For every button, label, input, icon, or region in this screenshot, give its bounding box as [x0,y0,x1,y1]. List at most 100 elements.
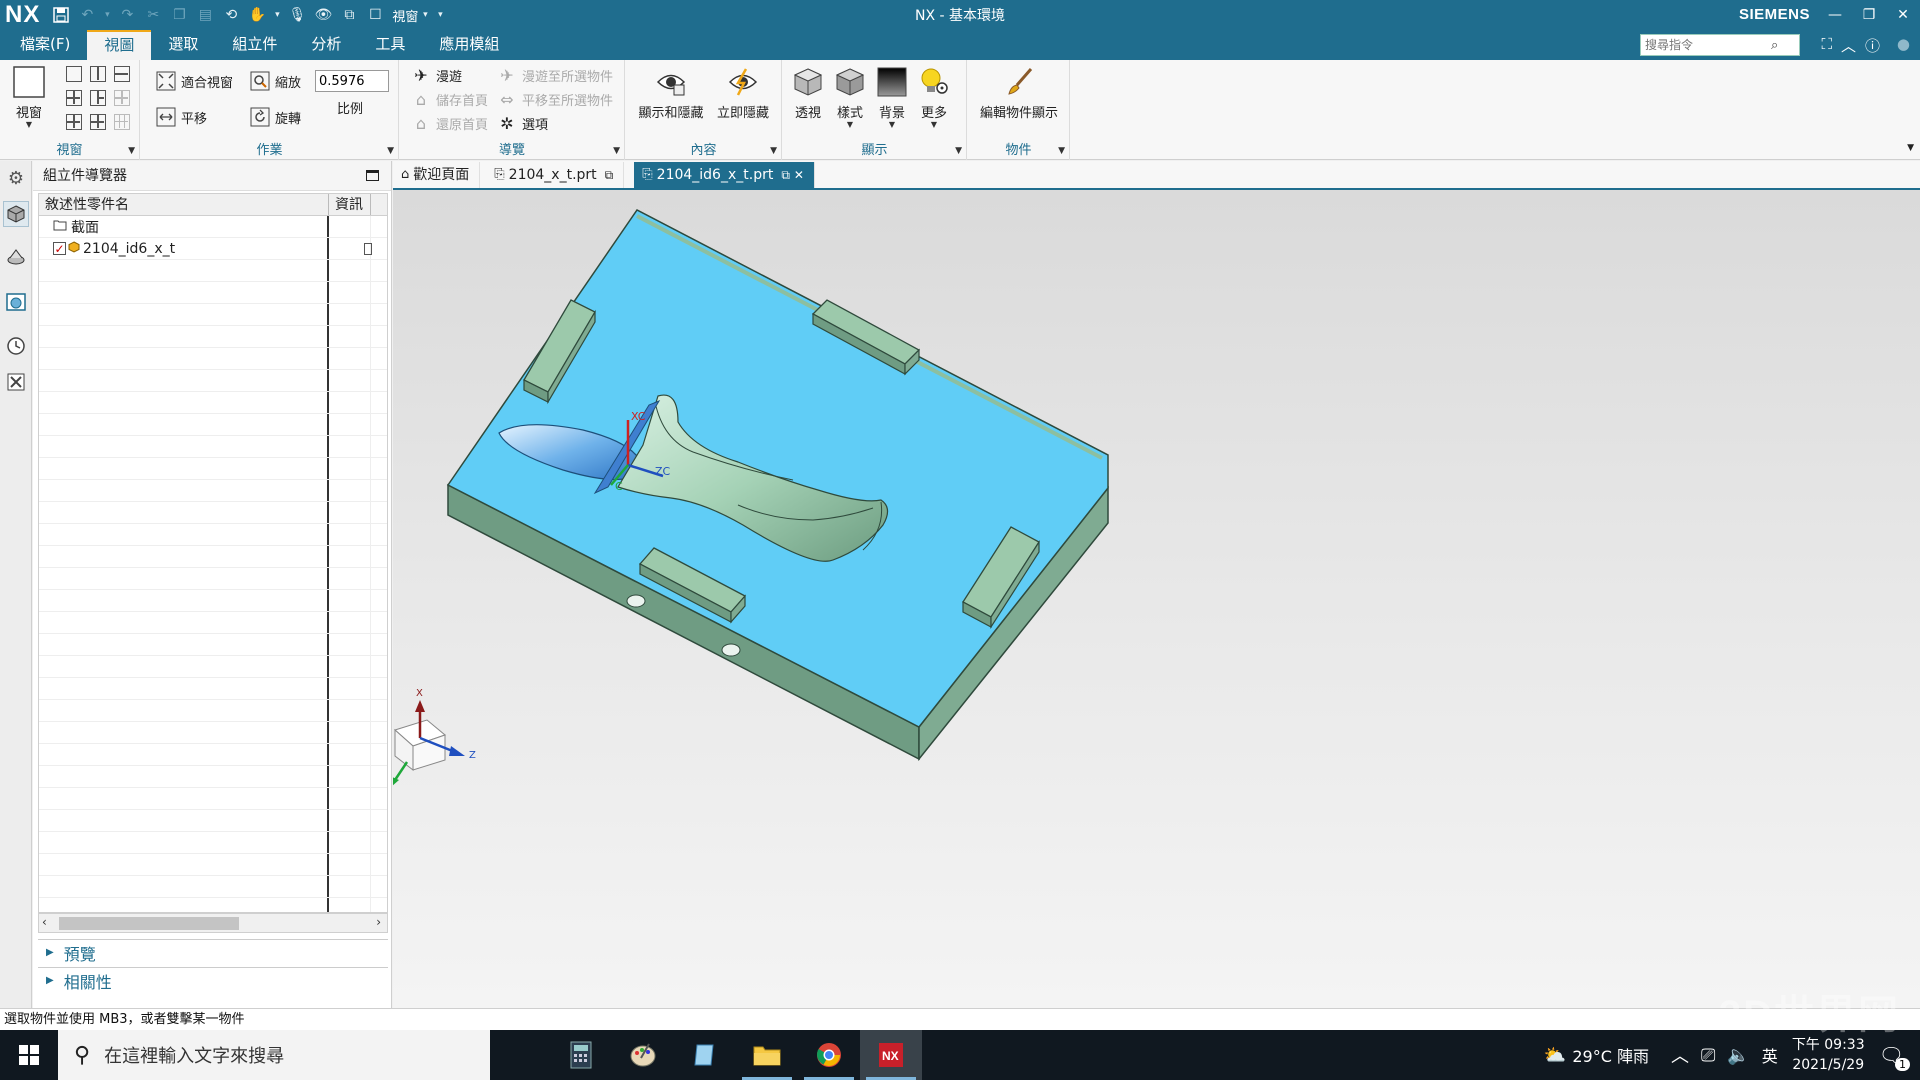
group-dropdown-icon[interactable]: ▼ [387,146,394,156]
info-icon[interactable] [364,242,372,255]
edit-object-display-button[interactable]: 編輯物件顯示 [972,64,1066,121]
taskbar-app-file-explorer[interactable] [736,1030,798,1080]
taskbar-search-box[interactable]: ⚲ 在這裡輸入文字來搜尋 [58,1030,490,1080]
tab-part-2104[interactable]: ⎘ 2104_x_t.prt ⧉ [480,162,625,188]
column-header-name[interactable]: 敘述性零件名 [39,194,329,215]
tab-popout-icon[interactable]: ⧉ [605,162,614,188]
command-search[interactable]: ⌕ [1640,34,1800,56]
pan-to-selected-button[interactable]: ⇔ 平移至所選物件 [496,88,613,110]
scroll-left-icon[interactable]: ‹ [42,915,47,929]
layout-four-alt-icon[interactable] [66,114,82,130]
taskbar-clock[interactable]: 下午 09:33 2021/5/29 [1792,1035,1865,1075]
preview-section[interactable]: ▶ 預覽 [38,939,388,965]
restore-home-button[interactable]: ⌂ 還原首頁 [410,112,488,134]
menu-analysis[interactable]: 分析 [294,30,358,60]
layout-two-horizontal-icon[interactable] [114,66,130,82]
fit-button[interactable]: 適合視窗 [155,70,233,92]
layout-six-icon[interactable] [114,90,130,106]
graphics-viewport[interactable]: XC ZC C X Z Y [393,190,1920,1008]
settings-gear-icon[interactable]: ⚙ [3,165,29,191]
menu-tools[interactable]: 工具 [358,30,422,60]
ribbon-options-icon[interactable]: ▼ [1907,143,1914,153]
visibility-checkbox[interactable]: ✓ [53,242,66,256]
window-button[interactable]: 視窗 ▼ [8,64,50,129]
maximize-panel-icon[interactable] [366,170,379,181]
menu-select[interactable]: 選取 [151,30,215,60]
network-icon[interactable]: ⎚ [1701,1045,1715,1066]
model-canvas[interactable]: XC ZC C X Z Y [393,190,1920,1008]
repeat-command-icon[interactable]: ⟲ [220,4,242,26]
menu-assembly[interactable]: 組立件 [215,30,294,60]
roam-to-selected-button[interactable]: ✈ 漫遊至所選物件 [496,64,613,86]
tab-welcome[interactable]: ⌂ 歡迎頁面 [393,162,481,188]
settings-dot-icon[interactable]: ● [1897,35,1910,53]
menu-applications[interactable]: 應用模組 [422,30,516,60]
microphone-icon[interactable]: 🎙 [286,4,308,26]
group-dropdown-icon[interactable]: ▼ [128,146,135,156]
tab-part-2104-id6[interactable]: ⎘ 2104_id6_x_t.prt ⧉ ✕ [634,162,815,188]
touch-mode-dropdown-icon[interactable]: ▾ [272,4,282,26]
command-search-input[interactable] [1641,35,1771,55]
roles-tools-icon[interactable] [3,369,29,395]
taskbar-app-nx[interactable]: NX [860,1030,922,1080]
rotate-button[interactable]: 旋轉 [249,106,301,128]
help-icon[interactable]: ⓘ [1865,35,1880,56]
background-button[interactable]: 背景 ▼ [873,64,911,129]
style-button[interactable]: 樣式 ▼ [831,64,869,129]
view-triad[interactable]: X Z Y [393,688,476,796]
dependencies-section[interactable]: ▶ 相關性 [38,967,388,993]
quick-window-label[interactable]: 視窗 [392,6,418,25]
menu-file[interactable]: 檔案(F) [0,30,87,60]
group-dropdown-icon[interactable]: ▼ [770,146,777,156]
zoom-button[interactable]: 縮放 [249,70,301,92]
close-button[interactable]: ✕ [1886,0,1920,30]
taskbar-app-notepad[interactable] [674,1030,736,1080]
touch-mode-icon[interactable]: ✋ [246,4,268,26]
group-dropdown-icon[interactable]: ▼ [1058,146,1065,156]
assembly-navigator-icon[interactable] [3,201,29,227]
scroll-right-icon[interactable]: › [376,915,381,929]
restore-button[interactable]: ❐ [1852,0,1886,30]
tree-row-sections[interactable]: 截面 [39,216,387,238]
tab-close-icon[interactable]: ✕ [794,162,804,188]
weather-text[interactable]: 29°C 陣雨 [1572,1043,1649,1067]
scrollbar-thumb[interactable] [59,917,239,930]
minimize-button[interactable]: — [1818,0,1852,30]
tree-row-part[interactable]: ✓ 2104_id6_x_t [39,238,387,260]
volume-icon[interactable]: 🔈 [1727,1045,1749,1066]
more-button[interactable]: 更多 ▼ [915,64,953,129]
search-icon[interactable]: ⌕ [1771,38,1778,53]
group-dropdown-icon[interactable]: ▼ [955,146,962,156]
tab-popout-icon[interactable]: ⧉ [781,162,790,188]
roam-button[interactable]: ✈ 漫遊 [410,64,462,86]
menu-view[interactable]: 視圖 [87,30,152,60]
constraint-navigator-icon[interactable] [3,243,29,269]
window-dropdown-icon[interactable]: ▾ [420,4,430,26]
undo-icon[interactable]: ↶ [76,4,98,26]
perspective-button[interactable]: 透視 [789,64,827,121]
options-button[interactable]: ✲ 選項 [496,112,548,134]
notification-center-icon[interactable]: 🗨 1 [1879,1043,1910,1071]
pan-button[interactable]: 平移 [155,106,207,128]
web-browser-icon[interactable] [3,289,29,315]
layout-three-icon[interactable] [90,90,106,106]
immediate-hide-button[interactable]: 立即隱藏 [712,64,774,121]
start-button[interactable] [0,1030,58,1080]
taskbar-app-chrome[interactable] [798,1030,860,1080]
scale-input[interactable] [315,70,389,92]
column-header-info[interactable]: 資訊 [329,194,371,215]
save-icon[interactable] [50,4,72,26]
eye-icon[interactable]: 👁 [312,4,334,26]
taskbar-app-calculator[interactable] [550,1030,612,1080]
show-hidden-icons-icon[interactable]: ︿ [1671,1042,1689,1068]
history-clock-icon[interactable] [3,333,29,359]
paste-icon[interactable]: ▤ [194,4,216,26]
collapse-ribbon-icon[interactable]: ︿ [1841,35,1856,56]
layout-four-icon[interactable] [66,90,82,106]
taskbar-app-paint[interactable] [612,1030,674,1080]
show-hide-button[interactable]: 顯示和隱藏 [636,64,706,121]
group-dropdown-icon[interactable]: ▼ [613,146,620,156]
undo-dropdown-icon[interactable]: ▾ [102,4,112,26]
layout-nine-icon[interactable] [114,114,130,130]
window-icon[interactable]: ☐ [364,4,386,26]
